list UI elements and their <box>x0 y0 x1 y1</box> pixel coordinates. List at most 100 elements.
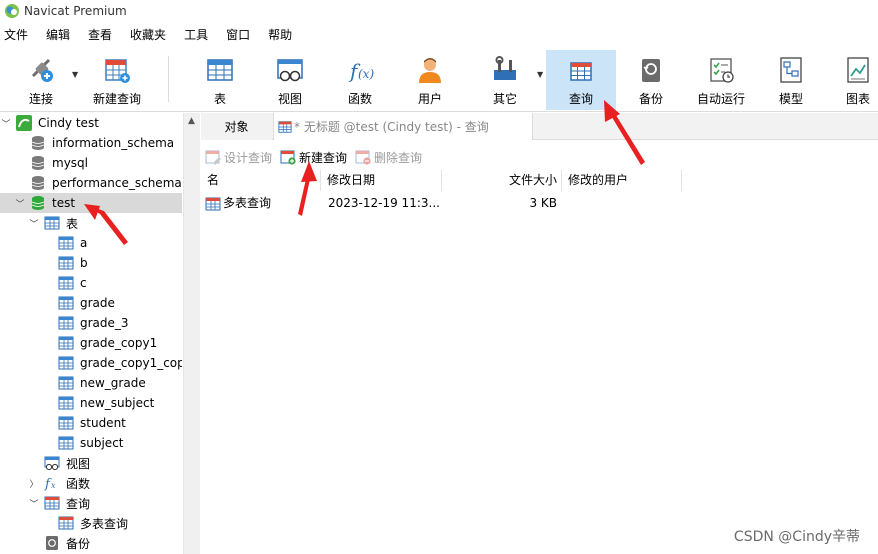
tree-table-item[interactable]: b <box>42 253 88 273</box>
backup-icon <box>46 536 58 550</box>
tree-table-item[interactable]: student <box>42 413 126 433</box>
menu-favorites[interactable]: 收藏夹 <box>124 24 178 46</box>
table-icon <box>58 256 74 270</box>
connect-button[interactable]: 连接 <box>14 50 68 110</box>
tree-db-performance-schema[interactable]: performance_schema <box>14 173 182 193</box>
tree-table-item[interactable]: subject <box>42 433 124 453</box>
backup-label: 备份 <box>638 92 663 106</box>
watermark: CSDN @Cindy辛蒂 <box>733 529 860 545</box>
tree-table-item[interactable]: c <box>42 273 87 293</box>
sidebar-scrollbar[interactable]: ▲ <box>183 113 200 554</box>
tree-queries-folder[interactable]: ﹀ 查询 <box>28 493 90 513</box>
new-query-object-button[interactable]: 新建查询 <box>280 149 347 166</box>
collapse-icon[interactable]: ﹀ <box>14 197 26 210</box>
table-item-label: grade_copy1 <box>80 336 158 350</box>
column-file-size[interactable]: 文件大小 <box>442 170 562 191</box>
tab-untitled-query[interactable]: * 无标题 @test (Cindy test) - 查询 <box>273 113 533 140</box>
column-modified-date[interactable]: 修改日期 <box>321 170 442 191</box>
view-button[interactable]: 视图 <box>266 50 314 110</box>
table-item-label: c <box>80 276 87 290</box>
query-icon <box>278 120 292 133</box>
tree-table-item[interactable]: grade_3 <box>42 313 129 333</box>
function-button[interactable]: f (x) 函数 <box>336 50 384 110</box>
tree-table-item[interactable]: a <box>42 233 87 253</box>
menu-edit[interactable]: 编辑 <box>40 24 82 46</box>
tree-functions-folder[interactable]: 〉 f x 函数 <box>28 473 90 493</box>
query-button[interactable]: 查询 <box>546 50 616 110</box>
delete-query-button[interactable]: 删除查询 <box>355 149 422 166</box>
delete-query-icon <box>355 150 371 165</box>
tree-table-item[interactable]: grade_copy1_cop <box>42 353 182 373</box>
tree-db-test[interactable]: ﹀ test <box>0 193 182 213</box>
design-query-button[interactable]: 设计查询 <box>205 149 272 166</box>
table-button[interactable]: 表 <box>196 50 244 110</box>
function-icon: f (x) <box>348 59 374 83</box>
menu-window[interactable]: 窗口 <box>220 24 262 46</box>
table-row[interactable]: 多表查询 2023-12-19 11:3... 3 KB <box>201 193 878 214</box>
view-label: 视图 <box>277 92 302 106</box>
collapse-icon[interactable]: ﹀ <box>28 497 40 510</box>
query-icon <box>58 516 74 530</box>
design-query-label: 设计查询 <box>224 150 273 165</box>
model-button[interactable]: 模型 <box>770 50 812 110</box>
collapse-icon[interactable]: ﹀ <box>0 117 12 130</box>
row-name: 多表查询 <box>223 196 272 210</box>
automation-icon <box>710 58 734 83</box>
tree-table-item[interactable]: grade <box>42 293 115 313</box>
menu-tools[interactable]: 工具 <box>178 24 220 46</box>
user-label: 用户 <box>417 92 442 106</box>
new-query-object-label: 新建查询 <box>299 150 348 165</box>
other-button[interactable]: 其它 <box>480 50 530 110</box>
connection-tree: ﹀ Cindy test information_schema mysql pe… <box>0 113 182 554</box>
tables-folder-label: 表 <box>66 216 79 231</box>
tree-db-information-schema[interactable]: information_schema <box>14 133 174 153</box>
automation-button[interactable]: 自动运行 <box>692 50 750 110</box>
backup-button[interactable]: 备份 <box>628 50 674 110</box>
table-icon <box>58 236 74 250</box>
menu-file[interactable]: 文件 <box>0 24 40 46</box>
collapse-icon[interactable]: ﹀ <box>28 217 40 230</box>
tree-connection[interactable]: ﹀ Cindy test <box>0 113 99 133</box>
user-icon <box>419 58 441 83</box>
tab-strip: 对象 * 无标题 @test (Cindy test) - 查询 <box>201 113 878 140</box>
connect-dropdown-icon[interactable]: ▼ <box>72 70 78 79</box>
table-icon <box>44 216 60 230</box>
table-item-label: grade_3 <box>80 316 129 330</box>
tree-table-item[interactable]: grade_copy1 <box>42 333 157 353</box>
tree-tables-folder[interactable]: ﹀ 表 <box>28 213 78 233</box>
function-label: 函数 <box>347 92 372 106</box>
table-item-label: a <box>80 236 88 250</box>
chart-button[interactable]: 图表 <box>838 50 878 110</box>
tree-db-mysql[interactable]: mysql <box>14 153 88 173</box>
table-icon <box>58 296 74 310</box>
database-label: information_schema <box>52 136 175 150</box>
table-icon <box>58 316 74 330</box>
table-icon <box>207 59 233 81</box>
tree-table-item[interactable]: new_grade <box>42 373 146 393</box>
tree-views-folder[interactable]: 视图 <box>28 453 90 473</box>
chart-icon <box>847 57 869 83</box>
column-name[interactable]: 名 <box>201 170 321 191</box>
menu-help[interactable]: 帮助 <box>262 24 304 46</box>
scroll-up-icon[interactable]: ▲ <box>188 116 195 126</box>
tree-backups-folder[interactable]: 备份 <box>28 533 90 553</box>
database-icon <box>31 176 45 190</box>
menu-view[interactable]: 查看 <box>82 24 124 46</box>
expand-icon[interactable]: 〉 <box>28 477 40 490</box>
table-item-label: new_grade <box>80 376 146 390</box>
table-icon <box>58 356 74 370</box>
user-button[interactable]: 用户 <box>406 50 454 110</box>
toolbar-separator <box>168 56 169 102</box>
new-query-icon <box>105 59 130 83</box>
query-item-label: 多表查询 <box>80 516 129 531</box>
tree-table-item[interactable]: new_subject <box>42 393 154 413</box>
view-icon <box>44 456 60 471</box>
column-modified-user[interactable]: 修改的用户 <box>562 170 682 191</box>
window-title: Navicat Premium <box>24 4 127 18</box>
other-dropdown-icon[interactable]: ▼ <box>537 70 543 79</box>
tree-query-item[interactable]: 多表查询 <box>42 513 128 533</box>
row-user <box>568 193 682 214</box>
tab-objects[interactable]: 对象 <box>201 113 272 140</box>
connection-icon <box>16 115 32 131</box>
new-query-button[interactable]: 新建查询 <box>88 50 146 110</box>
